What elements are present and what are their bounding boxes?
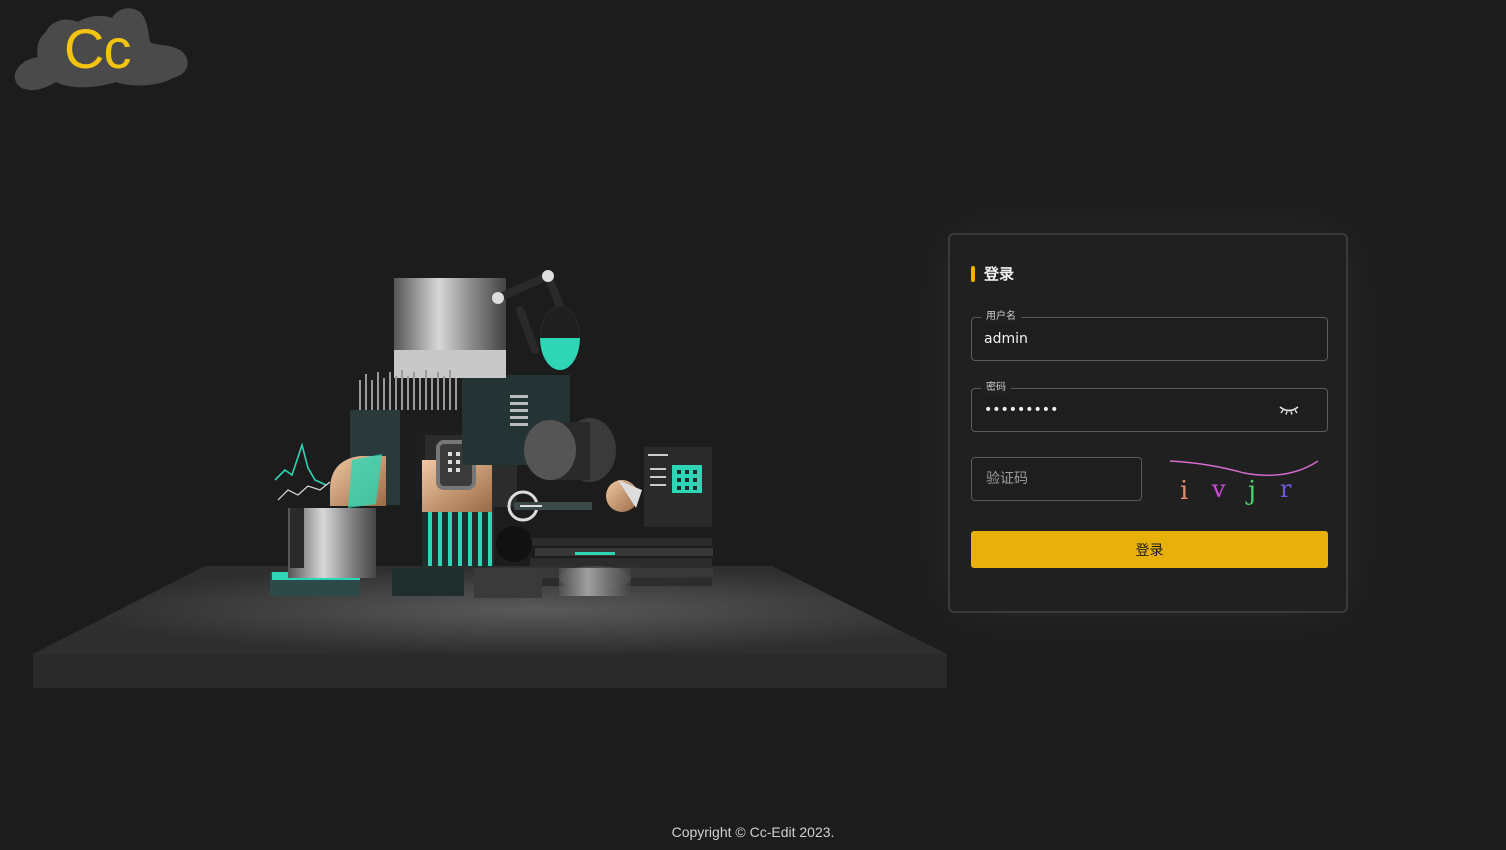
password-field[interactable]: 密码 ••••••••• (971, 381, 1328, 432)
login-title-text: 登录 (984, 265, 1015, 283)
captcha-char-1: i (1180, 476, 1188, 505)
username-value[interactable]: admin (984, 318, 1028, 360)
captcha-input[interactable] (971, 457, 1142, 501)
eye-closed-icon[interactable] (1277, 402, 1301, 418)
login-card: 登录 用户名 admin 密码 ••••••••• i v j r 登录 (948, 233, 1348, 613)
captcha-image[interactable]: i v j r (1168, 455, 1320, 506)
title-accent-bar (971, 265, 975, 282)
captcha-char-3: j (1245, 476, 1256, 505)
captcha-char-2: v (1211, 475, 1226, 503)
logo-text: Cc (64, 17, 131, 80)
username-field[interactable]: 用户名 admin (971, 310, 1328, 361)
login-title: 登录 (971, 263, 1014, 284)
login-button[interactable]: 登录 (971, 531, 1328, 568)
password-value[interactable]: ••••••••• (984, 389, 1058, 431)
captcha-char-4: r (1280, 475, 1292, 503)
hero-illustration (30, 250, 950, 695)
footer-copyright: Copyright © Cc-Edit 2023. (671, 824, 835, 840)
logo: Cc (8, 2, 190, 94)
